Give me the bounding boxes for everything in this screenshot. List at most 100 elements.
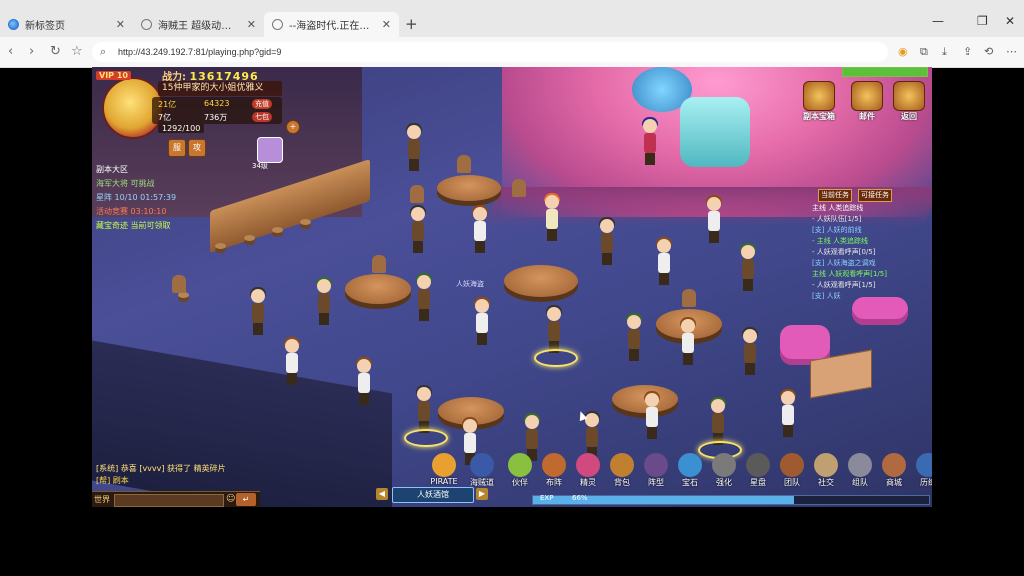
ingot-value: 64323	[204, 99, 230, 108]
exp-percent: 66%	[572, 494, 588, 502]
share-icon[interactable]: ⇪	[963, 45, 972, 58]
add-energy-icon[interactable]: +	[286, 120, 300, 134]
menu-pirate-road[interactable]: 海贼道	[466, 453, 498, 488]
activity-line[interactable]: 星阵 10/10 01:57:39	[96, 191, 216, 205]
game-icon[interactable]: ◉	[898, 45, 908, 58]
girl-npc[interactable]	[354, 357, 374, 405]
menu-array[interactable]: 阵型	[640, 453, 672, 488]
warrior-npc[interactable]	[544, 305, 564, 353]
menu-shop[interactable]: 商城	[878, 453, 910, 488]
menu-button-b[interactable]: 攻	[188, 139, 206, 157]
tracker-line[interactable]: 主线 人妖观看呼声[1/5]	[812, 269, 930, 280]
forward-icon[interactable]: ›	[29, 44, 34, 59]
warrior-npc[interactable]	[624, 313, 644, 361]
girl-npc[interactable]	[704, 195, 724, 243]
url-field[interactable]: ⌕ http://43.249.192.7:81/playing.php?gid…	[92, 42, 888, 62]
warrior-npc[interactable]	[314, 277, 334, 325]
first-charge-button[interactable]: 七包	[252, 112, 272, 122]
menu-formation[interactable]: 布阵	[538, 453, 570, 488]
currency-panel: 21亿 64323 7亿 736万 充值 七包	[152, 97, 282, 124]
close-tab-icon[interactable]: ✕	[382, 18, 391, 31]
more-icon[interactable]: ⋯	[1006, 45, 1017, 58]
warrior-npc[interactable]	[708, 397, 728, 445]
close-window-icon[interactable]: ✕	[1005, 14, 1015, 28]
close-tab-icon[interactable]: ✕	[247, 18, 256, 31]
mail-button[interactable]: 邮件	[850, 81, 884, 122]
extensions-icon[interactable]: ⧉	[920, 45, 928, 59]
menu-team[interactable]: 团队	[776, 453, 808, 488]
restore-icon[interactable]: ❐	[977, 14, 988, 28]
girl-npc[interactable]	[778, 389, 798, 437]
next-map-button[interactable]: ▶	[476, 488, 488, 500]
warrior-npc[interactable]	[248, 287, 268, 335]
menu-button-a[interactable]: 服	[168, 139, 186, 157]
star-icon[interactable]: ☆	[71, 44, 83, 59]
back-icon[interactable]: ‹	[8, 44, 13, 59]
tracker-line[interactable]: - 人妖观看呼声[0/5]	[812, 247, 930, 258]
girl-npc[interactable]	[470, 205, 490, 253]
menu-astrolabe[interactable]: 星盘	[742, 453, 774, 488]
warrior-npc[interactable]	[414, 385, 434, 433]
menu-bag[interactable]: 背包	[606, 453, 638, 488]
tracker-line[interactable]: - 人妖队伍[1/5]	[812, 214, 930, 225]
download-icon[interactable]: ⤓	[942, 45, 947, 59]
tracker-line[interactable]: 主线 人类追踪线	[812, 203, 930, 214]
menu-training[interactable]: 历练	[912, 453, 932, 488]
prev-map-button[interactable]: ◀	[376, 488, 388, 500]
emoji-icon[interactable]: ☺	[226, 494, 235, 504]
chat-channel-select[interactable]: 世界	[94, 494, 110, 505]
send-button[interactable]: ↵	[236, 493, 256, 506]
girl-npc[interactable]	[642, 391, 662, 439]
dungeon-chest-button[interactable]: 副本宝箱	[802, 81, 836, 122]
tracker-line[interactable]: [支] 人妖的前线	[812, 225, 930, 236]
menu-party[interactable]: 组队	[844, 453, 876, 488]
search-icon: ⌕	[100, 46, 107, 58]
tab-pirate-game[interactable]: 海贼王 超级动漫游戏 ✕	[133, 12, 264, 37]
return-button[interactable]: 返回	[892, 81, 926, 122]
girl-npc[interactable]	[282, 337, 302, 385]
menu-gems[interactable]: 宝石	[674, 453, 706, 488]
tracker-line[interactable]: [支] 人妖海盗之调戏	[812, 258, 930, 269]
tracker-line[interactable]: - 人妖观看呼声[1/5]	[812, 280, 930, 291]
menu-social[interactable]: 社交	[810, 453, 842, 488]
chat-line: [帮] 刷本	[96, 476, 129, 485]
girl-npc[interactable]	[472, 297, 492, 345]
new-tab-icon[interactable]: +	[405, 15, 418, 33]
warrior-npc[interactable]	[408, 205, 428, 253]
tab-new-tab[interactable]: 新标签页 ✕	[0, 12, 133, 37]
minimize-icon[interactable]: —	[932, 14, 944, 28]
girl-npc[interactable]	[654, 237, 674, 285]
recharge-button[interactable]: 充值	[252, 99, 272, 109]
chair	[372, 255, 386, 273]
activity-line[interactable]: 藏宝奇迹 当前可领取	[96, 219, 216, 233]
chair	[457, 155, 471, 173]
tab-current-quests[interactable]: 当前任务	[818, 189, 852, 202]
girl-npc[interactable]	[678, 317, 698, 365]
activity-line[interactable]: 海军大将 可挑战	[96, 177, 216, 191]
tab-playing[interactable]: --海盗时代.正在游戏-- ✕	[264, 12, 399, 37]
menu-spirits[interactable]: 精灵	[572, 453, 604, 488]
warrior-npc[interactable]	[404, 123, 424, 171]
warrior-npc[interactable]	[738, 243, 758, 291]
refresh-icon[interactable]: ↻	[50, 44, 61, 59]
close-tab-icon[interactable]: ✕	[116, 18, 125, 31]
menu-pirate[interactable]: PIRATE	[428, 453, 460, 486]
history-icon[interactable]: ⟲	[984, 45, 993, 58]
tracker-line[interactable]: - 主线 人类追踪线	[812, 236, 930, 247]
activity-line[interactable]: 活动竞赛 03:10:10	[96, 205, 216, 219]
chat-input[interactable]	[114, 494, 224, 507]
player-character[interactable]	[542, 193, 562, 241]
warrior-npc[interactable]	[414, 273, 434, 321]
activity-title: 副本大区	[96, 165, 128, 174]
tracker-line[interactable]: [支] 人妖	[812, 291, 930, 302]
bar-stool	[300, 219, 311, 225]
map-name: 人妖酒馆	[392, 487, 474, 503]
menu-partners[interactable]: 伙伴	[504, 453, 536, 488]
game-viewport[interactable]: 人妖海盗 VIP 10 战力: 13617496 15仲甲家的大小姐优雅义 21…	[92, 67, 932, 507]
pirate-captain-npc[interactable]	[640, 117, 660, 165]
tab-available-quests[interactable]: 可接任务	[858, 189, 892, 202]
pet-portrait[interactable]	[257, 137, 283, 163]
warrior-npc[interactable]	[740, 327, 760, 375]
warrior-npc[interactable]	[597, 217, 617, 265]
menu-enhance[interactable]: 强化	[708, 453, 740, 488]
